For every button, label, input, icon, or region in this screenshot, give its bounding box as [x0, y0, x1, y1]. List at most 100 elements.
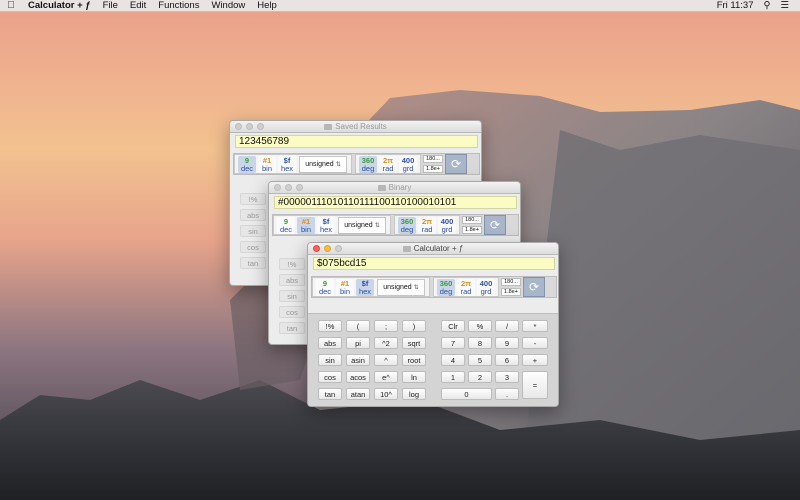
- rad-button[interactable]: 2π rad: [418, 216, 436, 234]
- bin-button[interactable]: #1 bin: [336, 278, 354, 296]
- key-sin[interactable]: sin: [240, 225, 266, 237]
- deg-button[interactable]: 360 deg: [398, 216, 416, 234]
- list-icon[interactable]: ☰: [775, 0, 794, 11]
- cycle-icon[interactable]: ⟳: [523, 277, 545, 297]
- calculator-titlebar[interactable]: Calculator + ƒ: [308, 243, 558, 255]
- menu-file[interactable]: File: [97, 0, 124, 11]
- key-plus[interactable]: +: [522, 354, 548, 366]
- key-fact[interactable]: !%: [318, 320, 342, 332]
- minimize-button[interactable]: [285, 184, 292, 191]
- menu-app-name[interactable]: Calculator + ƒ: [22, 0, 97, 11]
- key-7[interactable]: 7: [441, 337, 465, 349]
- dec-button[interactable]: 9 dec: [316, 278, 334, 296]
- key-acos[interactable]: acos: [346, 371, 370, 383]
- hex-button[interactable]: $f hex: [317, 216, 335, 234]
- calculator-display[interactable]: $075bcd15: [313, 257, 555, 270]
- menu-functions[interactable]: Functions: [152, 0, 205, 11]
- key-square[interactable]: ^2: [374, 337, 398, 349]
- saved-results-titlebar[interactable]: Saved Results: [230, 121, 481, 133]
- key-open-paren[interactable]: (: [346, 320, 370, 332]
- key-6[interactable]: 6: [495, 354, 519, 366]
- grd-button[interactable]: 400 grd: [477, 278, 495, 296]
- key-cos[interactable]: cos: [279, 306, 305, 318]
- menu-edit[interactable]: Edit: [124, 0, 152, 11]
- key-decimal[interactable]: .: [495, 388, 519, 400]
- key-9[interactable]: 9: [495, 337, 519, 349]
- key-pi[interactable]: pi: [346, 337, 370, 349]
- key-ln[interactable]: ln: [402, 371, 426, 383]
- key-power[interactable]: ^: [374, 354, 398, 366]
- close-button[interactable]: [274, 184, 281, 191]
- rad-button[interactable]: 2π rad: [379, 155, 397, 173]
- key-semicolon[interactable]: ;: [374, 320, 398, 332]
- key-tan[interactable]: tan: [240, 257, 266, 269]
- zoom-button[interactable]: [335, 245, 342, 252]
- grd-button[interactable]: 400 grd: [438, 216, 456, 234]
- key-2[interactable]: 2: [468, 371, 492, 383]
- key-tan[interactable]: tan: [279, 322, 305, 334]
- cycle-icon[interactable]: ⟳: [445, 154, 467, 174]
- signedness-select[interactable]: unsigned ⇅: [338, 216, 386, 234]
- key-log[interactable]: log: [402, 388, 426, 400]
- hex-button[interactable]: $f hex: [356, 278, 374, 296]
- key-3[interactable]: 3: [495, 371, 519, 383]
- key-ten-power[interactable]: 10^: [374, 388, 398, 400]
- key-sin[interactable]: sin: [318, 354, 342, 366]
- magnifier-icon[interactable]: ⚲: [759, 0, 776, 11]
- minimize-button[interactable]: [324, 245, 331, 252]
- key-abs[interactable]: abs: [240, 209, 266, 221]
- saved-results-display[interactable]: 123456789: [235, 135, 478, 148]
- key-fact[interactable]: !%: [240, 193, 266, 205]
- key-minus[interactable]: -: [522, 337, 548, 349]
- signedness-select[interactable]: unsigned ⇅: [299, 155, 347, 173]
- key-sin[interactable]: sin: [279, 290, 305, 302]
- key-equals[interactable]: =: [522, 371, 548, 399]
- key-tan[interactable]: tan: [318, 388, 342, 400]
- key-8[interactable]: 8: [468, 337, 492, 349]
- key-multiply[interactable]: *: [522, 320, 548, 332]
- number-format[interactable]: 180... 1.8e+: [423, 155, 443, 173]
- close-button[interactable]: [235, 123, 242, 130]
- key-sqrt[interactable]: sqrt: [402, 337, 426, 349]
- binary-titlebar[interactable]: Binary: [269, 182, 520, 194]
- key-4[interactable]: 4: [441, 354, 465, 366]
- key-asin[interactable]: asin: [346, 354, 370, 366]
- number-format[interactable]: 180... 1.8e+: [462, 216, 482, 234]
- rad-button[interactable]: 2π rad: [457, 278, 475, 296]
- menu-window[interactable]: Window: [205, 0, 251, 11]
- close-button[interactable]: [313, 245, 320, 252]
- clock[interactable]: Fri 11:37: [712, 0, 759, 11]
- zoom-button[interactable]: [257, 123, 264, 130]
- dec-button[interactable]: 9 dec: [238, 155, 256, 173]
- bin-button[interactable]: #1 bin: [258, 155, 276, 173]
- grd-button[interactable]: 400 grd: [399, 155, 417, 173]
- bin-button[interactable]: #1 bin: [297, 216, 315, 234]
- zoom-button[interactable]: [296, 184, 303, 191]
- hex-button[interactable]: $f hex: [278, 155, 296, 173]
- key-root[interactable]: root: [402, 354, 426, 366]
- key-cos[interactable]: cos: [240, 241, 266, 253]
- key-cos[interactable]: cos: [318, 371, 342, 383]
- cycle-icon[interactable]: ⟳: [484, 215, 506, 235]
- key-atan[interactable]: atan: [346, 388, 370, 400]
- key-abs[interactable]: abs: [318, 337, 342, 349]
- key-exp[interactable]: e^: [374, 371, 398, 383]
- number-format[interactable]: 180... 1.8e+: [501, 278, 521, 296]
- key-0[interactable]: 0: [441, 388, 492, 400]
- key-clear[interactable]: Clr: [441, 320, 465, 332]
- key-percent[interactable]: %: [468, 320, 492, 332]
- dec-button[interactable]: 9 dec: [277, 216, 295, 234]
- deg-button[interactable]: 360 deg: [437, 278, 455, 296]
- key-close-paren[interactable]: ): [402, 320, 426, 332]
- binary-display[interactable]: #00000111010110111100110100010101: [274, 196, 517, 209]
- signedness-select[interactable]: unsigned ⇅: [377, 278, 425, 296]
- menu-help[interactable]: Help: [251, 0, 283, 11]
- key-5[interactable]: 5: [468, 354, 492, 366]
- key-1[interactable]: 1: [441, 371, 465, 383]
- key-abs[interactable]: abs: [279, 274, 305, 286]
- deg-button[interactable]: 360 deg: [359, 155, 377, 173]
- minimize-button[interactable]: [246, 123, 253, 130]
- apple-menu-icon[interactable]: : [0, 0, 22, 11]
- key-fact[interactable]: !%: [279, 258, 305, 270]
- key-divide[interactable]: /: [495, 320, 519, 332]
